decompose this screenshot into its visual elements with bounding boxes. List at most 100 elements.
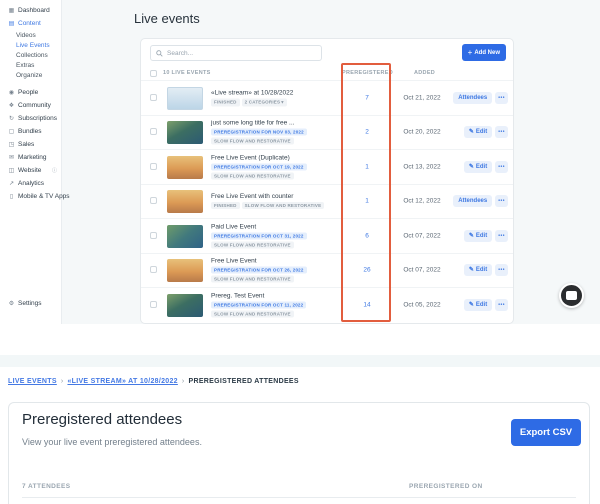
row-checkbox[interactable]: [150, 163, 157, 170]
event-title[interactable]: Free Live Event: [211, 258, 343, 265]
event-badge: FINISHED: [211, 98, 240, 106]
sidebar-item-community[interactable]: ❖Community: [0, 99, 61, 112]
sidebar-item-subscriptions[interactable]: ↻Subscriptions: [0, 112, 61, 125]
add-new-button[interactable]: + Add New: [462, 44, 506, 61]
events-table-body: «Live stream» at 10/28/2022FINISHED2 CAT…: [141, 81, 513, 323]
row-checkbox[interactable]: [150, 232, 157, 239]
row-checkbox[interactable]: [150, 94, 157, 101]
sidebar-item-people[interactable]: ◉People: [0, 86, 61, 99]
event-thumbnail: [167, 87, 203, 110]
event-badge: PREREGISTRATION FOR OCT 26, 2022: [211, 267, 307, 274]
column-header-live-events[interactable]: 10 LIVE EVENTS: [163, 70, 211, 76]
sidebar-item-analytics[interactable]: ↗Analytics: [0, 177, 61, 190]
sidebar-item-mobile-tv-apps[interactable]: ▯Mobile & TV Apps: [0, 190, 61, 203]
chat-widget-button[interactable]: [559, 283, 584, 308]
sidebar-item-website[interactable]: ◫Websiteⓘ: [0, 164, 61, 177]
breadcrumb-separator: ›: [182, 378, 185, 385]
row-checkbox[interactable]: [150, 266, 157, 273]
event-badges: PREREGISTRATION FOR OCT 26, 2022 SLOW FLO…: [211, 267, 343, 283]
breadcrumb-separator: ›: [61, 378, 64, 385]
action-label: Edit: [476, 164, 487, 170]
breadcrumb-item-live-stream-at-10-28-2022[interactable]: «LIVE STREAM» AT 10/28/2022: [67, 378, 177, 385]
preregistered-count-link[interactable]: 2: [342, 129, 392, 136]
sidebar-item-videos[interactable]: Videos: [0, 30, 61, 40]
event-title[interactable]: Paid Live Event: [211, 223, 343, 230]
search-input[interactable]: Search...: [150, 45, 322, 61]
breadcrumb: LIVE EVENTS›«LIVE STREAM» AT 10/28/2022›…: [8, 378, 299, 385]
sidebar-item-label: Marketing: [18, 154, 47, 161]
card-subtitle: View your live event preregistered atten…: [22, 437, 202, 447]
row-checkbox[interactable]: [150, 128, 157, 135]
breadcrumb-item-live-events[interactable]: LIVE EVENTS: [8, 378, 57, 385]
column-header-preregistered[interactable]: PREREGISTERED: [342, 70, 392, 76]
sidebar-item-label: People: [18, 89, 38, 96]
sidebar-item-marketing[interactable]: ✉Marketing: [0, 151, 61, 164]
added-date: Oct 21, 2022: [394, 94, 450, 101]
row-actions: ✎Edit•••: [464, 161, 508, 173]
preregistered-count-link[interactable]: 1: [342, 198, 392, 205]
column-header-preregistered-on: PREREGISTERED ON: [409, 483, 483, 490]
sidebar-item-settings[interactable]: ⚙ Settings: [0, 297, 62, 310]
event-badge: PREREGISTRATION FOR OCT 11, 2022: [211, 302, 306, 309]
event-badge: SLOW FLOW AND RESTORATIVE: [211, 276, 294, 283]
column-header-attendees: 7 ATTENDEES: [22, 483, 70, 490]
preregistered-count-link[interactable]: 14: [342, 302, 392, 309]
sidebar-item-label: Content: [18, 20, 41, 27]
edit-button[interactable]: ✎Edit: [464, 126, 492, 138]
sidebar-item-organize[interactable]: Organize: [0, 70, 61, 80]
event-badge: PREREGISTRATION FOR OCT 19, 2022: [211, 163, 307, 170]
event-title[interactable]: just some long title for free ...: [211, 120, 343, 127]
row-actions: ✎Edit•••: [464, 264, 508, 276]
row-more-button[interactable]: •••: [495, 230, 508, 242]
subscriptions-icon: ↻: [8, 116, 15, 122]
sidebar-item-live-events[interactable]: Live Events: [0, 40, 61, 50]
added-date: Oct 07, 2022: [394, 232, 450, 239]
row-more-button[interactable]: •••: [495, 161, 508, 173]
edit-button[interactable]: ✎Edit: [464, 264, 492, 276]
preregistered-count-link[interactable]: 6: [342, 232, 392, 239]
sales-icon: ◳: [8, 142, 15, 148]
preregistered-count-link[interactable]: 1: [342, 163, 392, 170]
sidebar-item-label: Settings: [18, 300, 42, 307]
chat-icon: [566, 291, 577, 300]
event-info: Free Live Event (Duplicate) PREREGISTRATI…: [211, 154, 343, 179]
event-thumbnail: [167, 121, 203, 144]
event-title[interactable]: «Live stream» at 10/28/2022: [211, 89, 343, 96]
export-csv-button[interactable]: Export CSV: [511, 419, 581, 446]
column-header-added[interactable]: ADDED: [414, 70, 435, 76]
divider: [22, 497, 576, 498]
event-title[interactable]: Prereg. Test Event: [211, 293, 343, 300]
row-more-button[interactable]: •••: [495, 299, 508, 311]
row-checkbox[interactable]: [150, 197, 157, 204]
attendees-button[interactable]: Attendees: [453, 195, 492, 207]
preregistered-count-link[interactable]: 26: [342, 267, 392, 274]
row-more-button[interactable]: •••: [495, 264, 508, 276]
edit-button[interactable]: ✎Edit: [464, 230, 492, 242]
sidebar-item-label: Organize: [16, 72, 42, 79]
preregistered-count-link[interactable]: 7: [342, 94, 392, 101]
select-all-checkbox[interactable]: [150, 70, 157, 77]
sidebar-item-dashboard[interactable]: ▦Dashboard: [0, 4, 61, 17]
table-row: Free Live Event PREREGISTRATION FOR OCT 2…: [141, 254, 513, 289]
sidebar-item-collections[interactable]: Collections: [0, 50, 61, 60]
row-more-button[interactable]: •••: [495, 195, 508, 207]
sidebar-item-extras[interactable]: Extras: [0, 60, 61, 70]
sidebar-item-bundles[interactable]: ▢Bundles: [0, 125, 61, 138]
edit-button[interactable]: ✎Edit: [464, 299, 492, 311]
event-title[interactable]: Free Live Event (Duplicate): [211, 154, 343, 161]
sidebar-item-content[interactable]: ▤Content: [0, 17, 61, 30]
row-more-button[interactable]: •••: [495, 126, 508, 138]
row-checkbox[interactable]: [150, 301, 157, 308]
info-icon: ⓘ: [52, 167, 57, 174]
event-badge: FINISHED: [211, 202, 240, 209]
action-label: Edit: [476, 302, 487, 308]
action-label: Edit: [476, 233, 487, 239]
page-title: Live events: [134, 11, 200, 26]
row-more-button[interactable]: •••: [495, 92, 508, 104]
edit-button[interactable]: ✎Edit: [464, 161, 492, 173]
attendees-button[interactable]: Attendees: [453, 92, 492, 104]
sidebar-item-sales[interactable]: ◳Sales: [0, 138, 61, 151]
event-badge: SLOW FLOW AND RESTORATIVE: [211, 172, 294, 179]
added-date: Oct 05, 2022: [394, 302, 450, 309]
event-title[interactable]: Free Live Event with counter: [211, 193, 343, 200]
